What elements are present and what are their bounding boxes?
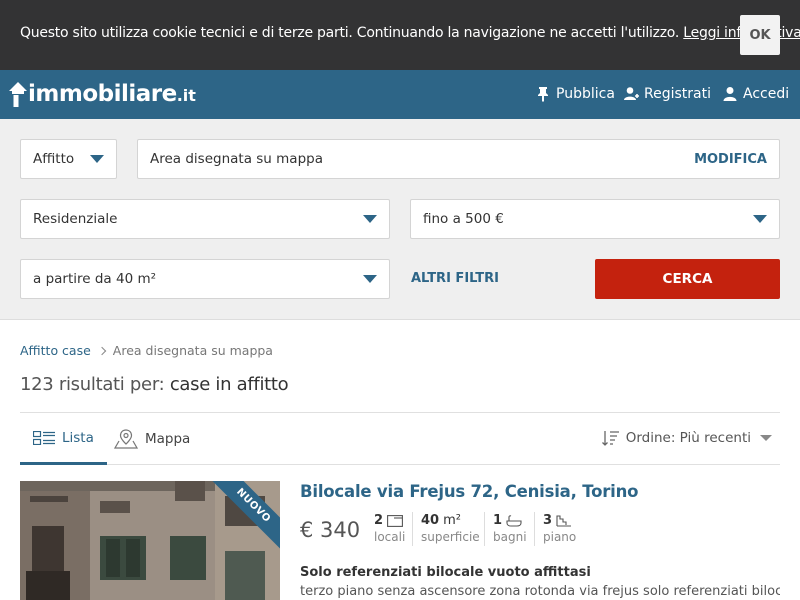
listing-title[interactable]: Bilocale via Frejus 72, Cenisia, Torino	[300, 482, 639, 501]
bath-label: bagni	[493, 530, 527, 544]
logo-text: immobiliare	[28, 81, 177, 107]
chevron-down-icon	[363, 275, 377, 283]
listing-description-title: Solo referenziati bilocale vuoto affitta…	[300, 565, 591, 580]
surface-value: a partire da 40 m²	[33, 271, 157, 287]
contract-select[interactable]: Affitto	[20, 139, 117, 179]
surface-select[interactable]: a partire da 40 m²	[20, 259, 390, 299]
list-icon	[33, 430, 55, 445]
search-button[interactable]: CERCA	[595, 259, 780, 299]
surface-label: superficie	[421, 530, 480, 544]
results-query: case in affitto	[169, 374, 289, 395]
cookie-message: Questo sito utilizza cookie tecnici e di…	[20, 25, 800, 41]
tab-map[interactable]: Mappa	[114, 413, 190, 465]
rooms-value: 2	[374, 513, 384, 528]
listing-price: € 340	[300, 518, 361, 542]
rooms-icon	[387, 514, 403, 527]
cookie-text: Questo sito utilizza cookie tecnici e di…	[20, 25, 680, 41]
tab-list-label: Lista	[62, 429, 94, 446]
tab-list[interactable]: Lista	[20, 413, 107, 465]
nav-publish[interactable]: Pubblica	[535, 86, 615, 102]
breadcrumb-root[interactable]: Affitto case	[20, 343, 91, 358]
stairs-icon	[556, 514, 572, 527]
sort-select[interactable]: Ordine: Più recenti	[601, 430, 772, 446]
rooms-label: locali	[374, 530, 406, 544]
area-value: Area disegnata su mappa	[150, 151, 323, 167]
sort-label: Ordine: Più recenti	[625, 430, 751, 446]
chevron-down-icon	[760, 435, 772, 441]
nav-register-label: Registrati	[644, 86, 711, 102]
modify-area-button[interactable]: MODIFICA	[694, 152, 767, 167]
feature-rooms: 2 locali	[374, 512, 405, 546]
contract-value: Affitto	[33, 151, 75, 167]
feature-surface: 40 m² superficie	[412, 512, 480, 546]
area-field[interactable]: Area disegnata su mappa MODIFICA	[137, 139, 780, 179]
cookie-ok-button[interactable]: OK	[740, 15, 780, 55]
nav-login-label: Accedi	[743, 86, 790, 102]
house-logo-icon	[9, 82, 27, 107]
floor-label: piano	[543, 530, 577, 544]
view-tabs: Lista Mappa Ordine: Più recenti	[20, 413, 780, 465]
tab-map-label: Mappa	[145, 431, 191, 447]
logo-tld: .it	[176, 86, 196, 105]
chevron-right-icon	[97, 346, 107, 355]
price-value: fino a 500 €	[423, 211, 504, 227]
nav-publish-label: Pubblica	[556, 86, 615, 102]
user-icon	[723, 87, 737, 101]
chevron-down-icon	[363, 215, 377, 223]
nav-login[interactable]: Accedi	[722, 86, 789, 102]
breadcrumb-current: Area disegnata su mappa	[112, 343, 273, 358]
category-value: Residenziale	[33, 211, 118, 227]
category-select[interactable]: Residenziale	[20, 199, 390, 239]
nav-register[interactable]: Registrati	[623, 86, 711, 102]
bath-value: 1	[493, 513, 503, 528]
pin-icon	[538, 87, 548, 102]
surface-feature-value: 40	[421, 513, 440, 528]
add-user-icon	[624, 87, 639, 100]
sort-icon	[601, 431, 619, 446]
site-logo[interactable]: immobiliare .it	[8, 80, 196, 108]
results-heading: 123 risultati per: case in affitto	[20, 374, 289, 395]
floor-value: 3	[543, 513, 553, 528]
breadcrumb: Affitto case Area disegnata su mappa	[20, 343, 273, 358]
results-count: 123 risultati per:	[20, 374, 165, 395]
price-select[interactable]: fino a 500 €	[410, 199, 780, 239]
more-filters-link[interactable]: ALTRI FILTRI	[411, 271, 499, 286]
map-pin-icon	[114, 429, 138, 449]
chevron-down-icon	[90, 155, 104, 163]
feature-floor: 3 piano	[534, 512, 576, 546]
surface-unit: m²	[443, 513, 461, 528]
chevron-down-icon	[753, 215, 767, 223]
bathtub-icon	[506, 514, 522, 527]
listing-description: terzo piano senza ascensore zona rotonda…	[300, 584, 780, 599]
feature-bathrooms: 1 bagni	[484, 512, 527, 546]
listing-photo[interactable]: NUOVO	[20, 481, 280, 600]
